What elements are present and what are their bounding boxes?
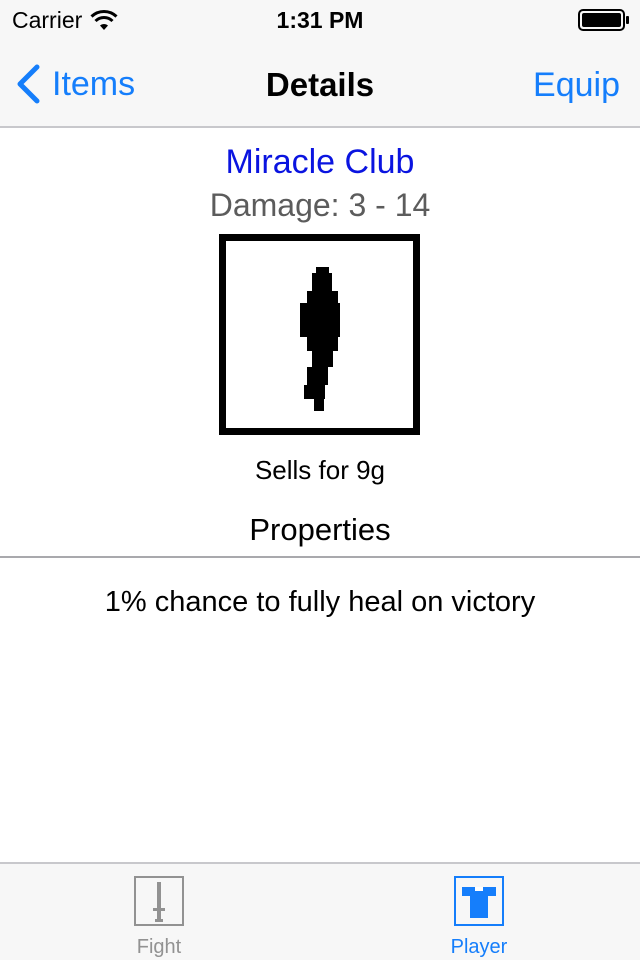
properties-heading: Properties: [249, 512, 391, 547]
tab-player-label: Player: [450, 936, 508, 958]
tab-bar: Fight Player: [0, 862, 640, 960]
status-bar: Carrier 1:31 PM: [0, 0, 640, 40]
item-image: [219, 234, 420, 435]
club-icon: [300, 267, 340, 411]
navigation-bar: Items Details Equip: [0, 40, 640, 128]
status-time: 1:31 PM: [276, 7, 364, 33]
property-list: 1% chance to fully heal on victory: [0, 584, 640, 620]
top-bar: Carrier 1:31 PM Items Details Equip: [0, 0, 640, 128]
sword-icon: [134, 876, 184, 926]
tab-fight[interactable]: Fight: [79, 864, 239, 960]
item-damage: Damage: 3 - 14: [209, 187, 431, 223]
shirt-icon: [454, 876, 504, 926]
item-details-screen: Carrier 1:31 PM Items Details Equip Mira…: [0, 0, 640, 960]
divider: [0, 556, 640, 558]
tab-fight-label: Fight: [136, 936, 182, 958]
sell-price: Sells for 9g: [254, 455, 386, 485]
item-name: Miracle Club: [225, 143, 415, 181]
tab-player[interactable]: Player: [399, 864, 559, 960]
battery-icon: [578, 9, 629, 31]
equip-button[interactable]: Equip: [533, 66, 620, 104]
property-item: 1% chance to fully heal on victory: [104, 586, 536, 618]
